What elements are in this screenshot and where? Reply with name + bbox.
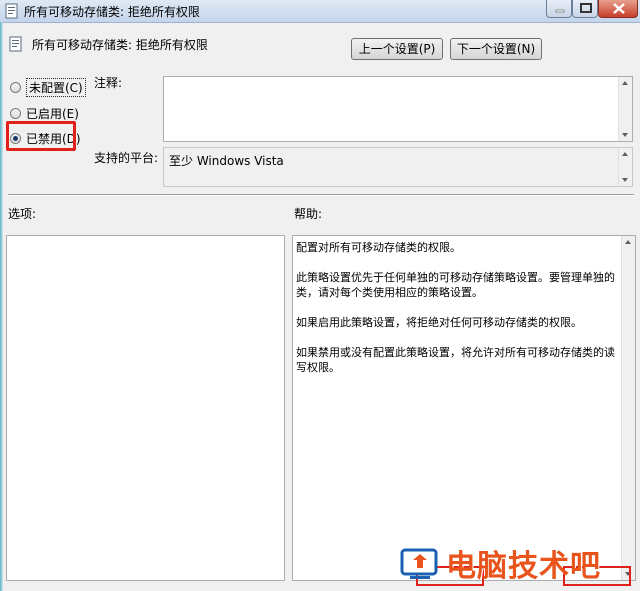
comment-textarea[interactable] <box>163 76 633 142</box>
comment-scrollbar[interactable] <box>618 77 632 141</box>
maximize-button[interactable] <box>572 0 598 18</box>
scroll-down-icon[interactable] <box>622 133 628 137</box>
platform-scrollbar[interactable] <box>618 148 632 186</box>
platform-value: 至少 Windows Vista <box>169 154 284 168</box>
help-paragraph: 配置对所有可移动存储类的权限。 <box>296 241 461 254</box>
help-label: 帮助: <box>294 207 323 221</box>
radio-button[interactable] <box>10 81 21 93</box>
divider <box>8 194 634 196</box>
policy-title: 所有可移动存储类: 拒绝所有权限 <box>32 38 208 52</box>
window-title: 所有可移动存储类: 拒绝所有权限 <box>24 5 200 19</box>
policy-icon <box>5 3 18 19</box>
options-pane[interactable] <box>6 235 285 581</box>
close-button[interactable] <box>598 0 638 18</box>
radio-not-configured[interactable]: 未配置(C) <box>10 77 86 97</box>
help-pane[interactable]: 配置对所有可移动存储类的权限。 此策略设置优先于任何单独的可移动存储策略设置。要… <box>292 235 636 581</box>
window-titlebar[interactable]: 所有可移动存储类: 拒绝所有权限 <box>0 0 640 23</box>
radio-label: 已启用(E) <box>26 106 79 121</box>
help-scrollbar[interactable] <box>621 236 635 580</box>
minimize-button[interactable] <box>546 0 572 18</box>
scroll-up-icon[interactable] <box>622 152 628 156</box>
scroll-up-icon[interactable] <box>622 81 628 85</box>
watermark-text: 电脑技术吧 <box>446 549 601 584</box>
window-edge <box>0 22 3 591</box>
help-paragraph: 如果启用此策略设置，将拒绝对任何可移动存储类的权限。 <box>296 316 582 329</box>
policy-icon <box>9 36 22 52</box>
close-icon <box>613 3 625 14</box>
scroll-down-icon[interactable] <box>622 178 628 182</box>
next-setting-button[interactable]: 下一个设置(N) <box>450 38 542 60</box>
platform-field: 至少 Windows Vista <box>163 147 633 187</box>
radio-button[interactable] <box>10 107 21 119</box>
scroll-up-icon[interactable] <box>625 240 631 244</box>
radio-label: 未配置(C) <box>26 77 86 97</box>
radio-enabled[interactable]: 已启用(E) <box>10 104 79 122</box>
help-paragraph: 如果禁用或没有配置此策略设置，将允许对所有可移动存储类的读写权限。 <box>296 346 615 374</box>
maximize-icon <box>580 3 592 13</box>
help-paragraph: 此策略设置优先于任何单独的可移动存储策略设置。要管理单独的类，请对每个类使用相应… <box>296 271 615 299</box>
previous-setting-button[interactable]: 上一个设置(P) <box>351 38 443 60</box>
monitor-logo-icon <box>400 548 438 579</box>
minimize-icon <box>555 9 565 13</box>
comment-label: 注释: <box>94 76 123 90</box>
platform-label: 支持的平台: <box>94 151 159 165</box>
help-text: 配置对所有可移动存储类的权限。 此策略设置优先于任何单独的可移动存储策略设置。要… <box>296 240 622 390</box>
options-label: 选项: <box>8 207 37 221</box>
highlight-annotation <box>6 121 76 151</box>
